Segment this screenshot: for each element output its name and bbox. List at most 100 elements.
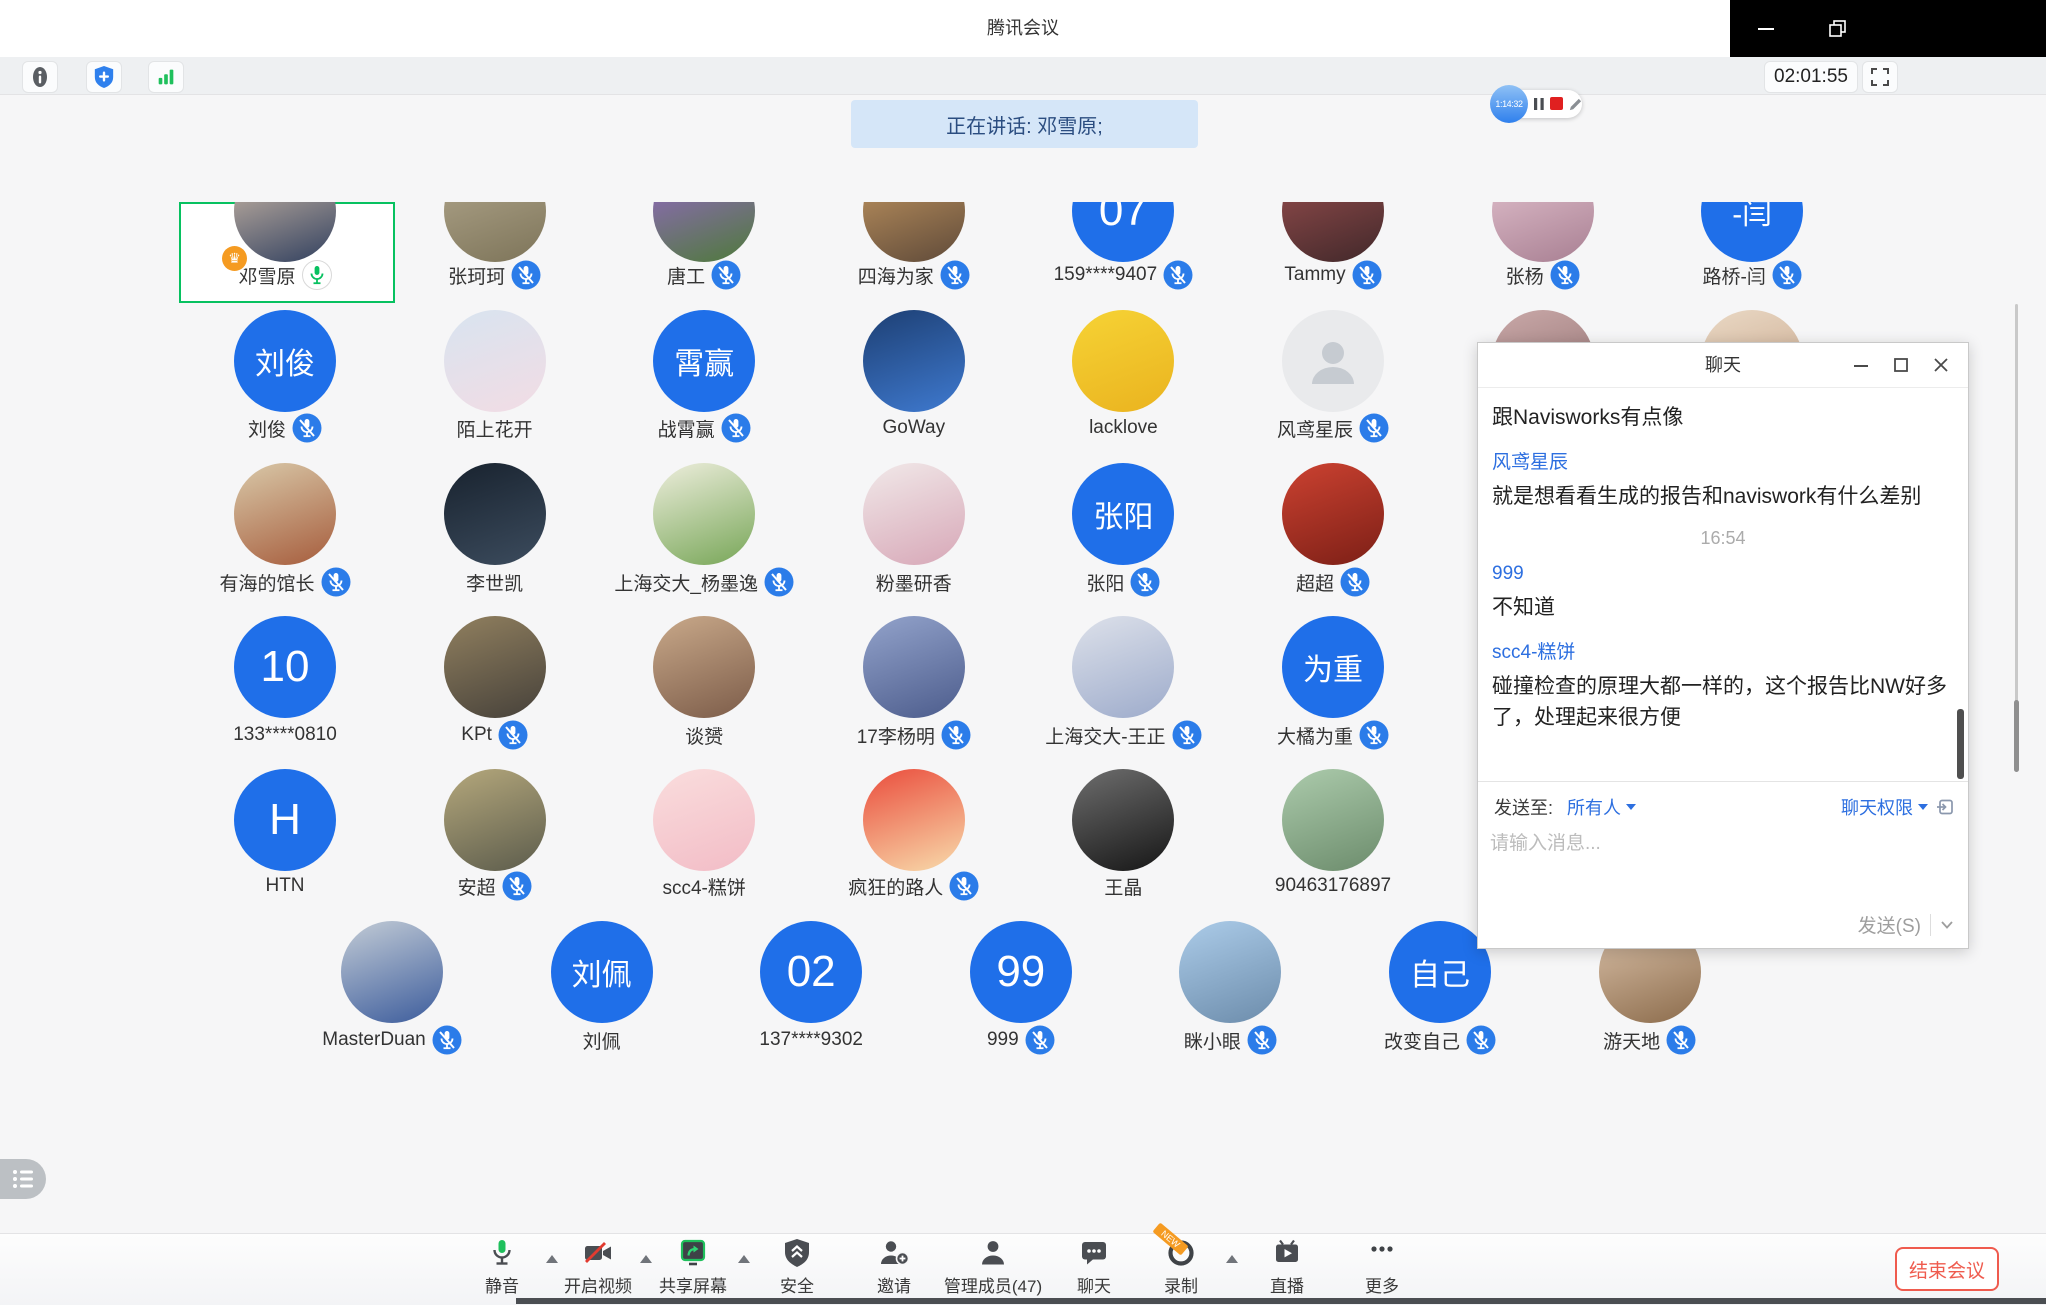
participant-tile[interactable]: 张阳: [1072, 463, 1174, 565]
participant-name: 粉墨研香: [876, 569, 952, 596]
participant-tile[interactable]: [653, 463, 755, 565]
participant-name-row: 游天地: [1545, 1025, 1755, 1055]
participant-tile[interactable]: [1072, 616, 1174, 718]
participant-tile[interactable]: [863, 310, 965, 412]
participant-tile[interactable]: 07: [1072, 202, 1174, 262]
participant-tile[interactable]: [863, 463, 965, 565]
recording-edit-button[interactable]: [1566, 93, 1584, 115]
participant-avatar: [1072, 769, 1174, 871]
network-signal-button[interactable]: [148, 61, 184, 93]
restore-window-button[interactable]: [1802, 0, 1874, 57]
participant-tile[interactable]: H: [234, 769, 336, 871]
taskbar-strip: [516, 1298, 2046, 1304]
participant-name: lacklove: [1089, 417, 1158, 439]
participant-name: 999: [987, 1029, 1019, 1051]
chat-close-button[interactable]: [1928, 352, 1954, 378]
participants-scrollbar-thumb[interactable]: [2014, 700, 2019, 772]
mic-muted-icon: [498, 720, 528, 750]
fullscreen-button[interactable]: [1862, 61, 1898, 93]
chat-scrollbar-thumb[interactable]: [1957, 709, 1964, 779]
participant-tile[interactable]: [1072, 769, 1174, 871]
meeting-security-button[interactable]: [86, 61, 122, 93]
participant-tile[interactable]: 自己: [1389, 921, 1491, 1023]
popout-icon[interactable]: [1936, 798, 1954, 816]
participant-name-row: 四海为家: [809, 260, 1019, 290]
participant-tile[interactable]: [444, 769, 546, 871]
participant-name-row: 张阳: [1018, 567, 1228, 597]
participant-tile[interactable]: [1179, 921, 1281, 1023]
toolbar-expand-arrow[interactable]: [738, 1255, 750, 1263]
speaking-banner: 正在讲话: 邓雪原;: [851, 100, 1198, 148]
chat-permission-selector[interactable]: 聊天权限: [1841, 794, 1913, 820]
participant-tile[interactable]: [444, 616, 546, 718]
chat-input[interactable]: [1488, 826, 1942, 910]
minimize-window-button[interactable]: [1730, 0, 1802, 57]
participant-avatar: [653, 202, 755, 262]
participant-name-row: scc4-糕饼: [599, 871, 809, 901]
participant-tile[interactable]: [1282, 310, 1384, 412]
participant-tile[interactable]: [863, 616, 965, 718]
participant-tile[interactable]: 99: [970, 921, 1072, 1023]
participant-name-row: 大橘为重: [1228, 720, 1438, 750]
participant-tile[interactable]: [1282, 769, 1384, 871]
participant-tile[interactable]: 10: [234, 616, 336, 718]
participant-mic: [764, 567, 794, 597]
send-to-selector[interactable]: 所有人: [1567, 794, 1621, 820]
participant-tile[interactable]: [653, 202, 755, 262]
participant-name-row: GoWay: [809, 413, 1019, 443]
participant-avatar: H: [234, 769, 336, 871]
toolbar-expand-arrow[interactable]: [640, 1255, 652, 1263]
participant-tile[interactable]: [444, 463, 546, 565]
participant-name-row: 战霄赢: [599, 413, 809, 443]
chat-maximize-button[interactable]: [1888, 352, 1914, 378]
participant-tile[interactable]: -闫: [1701, 202, 1803, 262]
participant-avatar: [1492, 202, 1594, 262]
end-meeting-button[interactable]: 结束会议: [1895, 1247, 1999, 1291]
participant-tile[interactable]: 霄赢: [653, 310, 755, 412]
chat-minimize-button[interactable]: [1848, 352, 1874, 378]
chat-sender-name: scc4-糕饼: [1492, 637, 1954, 664]
participant-tile[interactable]: [653, 769, 755, 871]
participant-name-row: 133****0810: [180, 720, 390, 750]
meeting-info-button[interactable]: [22, 61, 58, 93]
participant-tile[interactable]: [1072, 310, 1174, 412]
participant-tile[interactable]: 刘佩: [551, 921, 653, 1023]
toolbar-button-label: 聊天: [1077, 1272, 1111, 1297]
participant-tile[interactable]: [1282, 202, 1384, 262]
avatar-initials: 自己: [1410, 950, 1470, 994]
toolbar-button-label: 共享屏幕: [659, 1272, 727, 1297]
chevron-down-icon[interactable]: [1626, 804, 1636, 810]
participant-tile[interactable]: [341, 921, 443, 1023]
recording-pause-button[interactable]: [1530, 93, 1548, 115]
participant-tile[interactable]: [444, 202, 546, 262]
toolbar-button-more[interactable]: 更多: [1312, 1237, 1452, 1297]
send-button[interactable]: 发送(S): [1858, 911, 1954, 938]
toolbar-expand-arrow[interactable]: [1226, 1255, 1238, 1263]
maximize-icon: [1893, 357, 1909, 373]
participant-mic: [941, 720, 971, 750]
participant-name-row: 17李杨明: [809, 720, 1019, 750]
participant-tile[interactable]: [653, 616, 755, 718]
avatar-initials: -闫: [1732, 202, 1772, 233]
chevron-down-icon[interactable]: [1918, 804, 1928, 810]
participant-tile[interactable]: [234, 463, 336, 565]
mic-muted-icon: [1772, 260, 1802, 290]
participant-tile[interactable]: [234, 202, 336, 262]
participant-tile[interactable]: [444, 310, 546, 412]
participant-tile[interactable]: 刘俊: [234, 310, 336, 412]
participant-name: 刘佩: [583, 1027, 621, 1054]
invite-user-icon: [877, 1237, 911, 1269]
participant-tile[interactable]: [1282, 463, 1384, 565]
participant-tile[interactable]: [1492, 202, 1594, 262]
member-list-toggle-button[interactable]: [0, 1159, 46, 1199]
toolbar-expand-arrow[interactable]: [546, 1255, 558, 1263]
participant-tile[interactable]: [863, 202, 965, 262]
participant-tile[interactable]: 为重: [1282, 616, 1384, 718]
participant-mic: [711, 260, 741, 290]
avatar-initials: 霄赢: [674, 339, 734, 383]
info-icon: [29, 65, 51, 89]
mic-muted-icon: [1466, 1025, 1496, 1055]
recording-stop-button[interactable]: [1548, 93, 1566, 115]
participant-tile[interactable]: [863, 769, 965, 871]
participant-tile[interactable]: 02: [760, 921, 862, 1023]
